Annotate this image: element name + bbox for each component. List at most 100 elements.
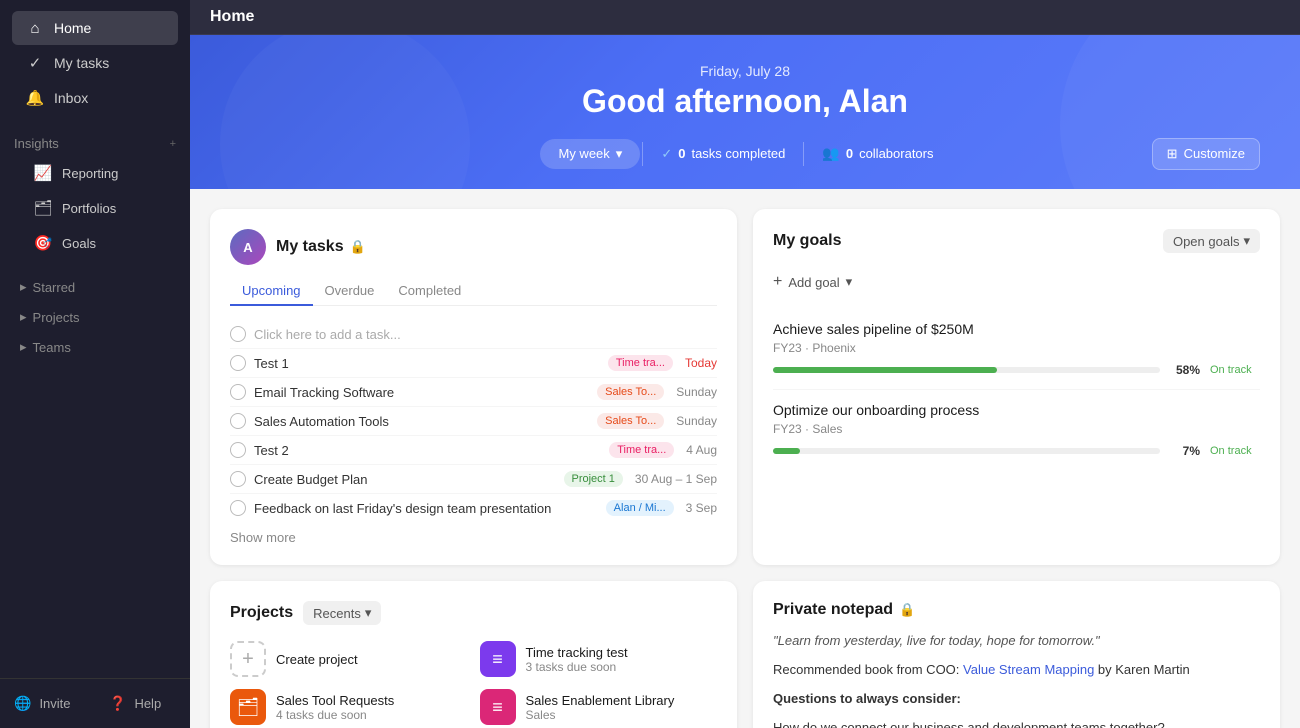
task-name: Test 2 <box>254 443 601 458</box>
sidebar-item-reporting[interactable]: 📈 Reporting <box>6 156 184 190</box>
content-grid: A My tasks 🔒 Upcoming Overdue Completed … <box>190 189 1300 728</box>
sidebar-item-my-tasks[interactable]: ✓ My tasks <box>12 46 178 80</box>
notepad-questions-label: Questions to always consider: <box>773 689 1260 710</box>
project-name: Sales Tool Requests <box>276 693 394 708</box>
task-list: Test 1 Time tra... Today Email Tracking … <box>230 349 717 522</box>
topbar: Home <box>190 0 1300 35</box>
my-week-button[interactable]: My week <box>540 139 640 169</box>
tab-completed[interactable]: Completed <box>386 277 473 306</box>
hero-greeting: Good afternoon, Alan <box>210 83 1280 120</box>
task-tag: Time tra... <box>609 442 674 458</box>
task-check[interactable] <box>230 500 246 516</box>
task-row[interactable]: Create Budget Plan Project 1 30 Aug – 1 … <box>230 465 717 494</box>
my-tasks-title: My tasks 🔒 <box>276 238 366 256</box>
task-check[interactable] <box>230 413 246 429</box>
sidebar-item-home[interactable]: ⌂ Home <box>12 11 178 45</box>
tab-overdue[interactable]: Overdue <box>313 277 387 306</box>
goal-item[interactable]: Achieve sales pipeline of $250M FY23 · P… <box>773 309 1260 390</box>
goal-item[interactable]: Optimize our onboarding process FY23 · S… <box>773 390 1260 470</box>
recents-button[interactable]: Recents <box>303 601 381 625</box>
goal-progress-row: 58% On track <box>773 363 1260 377</box>
starred-section[interactable]: Starred <box>6 269 184 299</box>
task-date: 3 Sep <box>686 501 717 515</box>
add-task-row[interactable]: Click here to add a task... <box>230 320 717 349</box>
sidebar-bottom: 🌐 Invite ❓ Help <box>0 678 190 728</box>
sidebar-item-goals[interactable]: 🎯 Goals <box>6 226 184 260</box>
project-sub: 3 tasks due soon <box>526 660 628 674</box>
task-tag: Sales To... <box>597 384 664 400</box>
project-item[interactable]: 🗂 Sales Tool Requests 4 tasks due soon <box>230 689 468 725</box>
invite-icon: 🌐 <box>14 695 31 712</box>
check-icon: ✓ <box>26 54 44 72</box>
project-name: Sales Enablement Library <box>526 693 675 708</box>
project-info: Time tracking test 3 tasks due soon <box>526 645 628 674</box>
project-info: Create project <box>276 652 358 667</box>
my-week-chevron <box>616 146 623 162</box>
project-icon: 🗂 <box>230 689 266 725</box>
projects-section[interactable]: Projects <box>6 299 184 329</box>
projects-title: Projects <box>230 604 293 622</box>
goal-bar-fill <box>773 448 800 454</box>
project-sub: 4 tasks due soon <box>276 708 394 722</box>
notepad-lock-icon: 🔒 <box>899 602 915 618</box>
goals-icon: 🎯 <box>34 234 52 252</box>
task-row[interactable]: Test 2 Time tra... 4 Aug <box>230 436 717 465</box>
project-item[interactable]: ≡ Time tracking test 3 tasks due soon <box>480 641 718 677</box>
tab-upcoming[interactable]: Upcoming <box>230 277 313 306</box>
project-sub: Sales <box>526 708 675 722</box>
collaborators-stat: 👥 0 collaborators <box>806 138 949 169</box>
portfolios-icon: 🗂 <box>34 199 52 217</box>
hero-divider-2 <box>803 142 804 166</box>
task-check[interactable] <box>230 384 246 400</box>
projects-chevron <box>20 309 27 325</box>
task-date: Sunday <box>676 385 717 399</box>
insights-section[interactable]: Insights + <box>0 126 190 155</box>
customize-button[interactable]: ⊞ Customize <box>1152 138 1260 170</box>
add-goal-button[interactable]: + Add goal <box>773 267 1260 297</box>
task-row[interactable]: Test 1 Time tra... Today <box>230 349 717 378</box>
open-goals-button[interactable]: Open goals <box>1163 229 1260 253</box>
task-tag: Alan / Mi... <box>606 500 674 516</box>
task-name: Feedback on last Friday's design team pr… <box>254 501 598 516</box>
goal-name: Optimize our onboarding process <box>773 402 1260 418</box>
project-name: Create project <box>276 652 358 667</box>
add-task-check[interactable] <box>230 326 246 342</box>
notepad-book-link[interactable]: Value Stream Mapping <box>963 662 1094 677</box>
show-more-link[interactable]: Show more <box>230 522 717 545</box>
task-date: 30 Aug – 1 Sep <box>635 472 717 486</box>
sidebar-item-portfolios[interactable]: 🗂 Portfolios <box>6 191 184 225</box>
task-row[interactable]: Sales Automation Tools Sales To... Sunda… <box>230 407 717 436</box>
hero-date: Friday, July 28 <box>210 63 1280 79</box>
project-info: Sales Tool Requests 4 tasks due soon <box>276 693 394 722</box>
lock-icon: 🔒 <box>350 239 366 255</box>
check-mark: ✓ <box>661 146 672 162</box>
help-button[interactable]: ❓ Help <box>95 687 190 720</box>
task-date: Today <box>685 356 717 370</box>
task-tag: Sales To... <box>597 413 664 429</box>
teams-section[interactable]: Teams <box>6 329 184 359</box>
sidebar-item-inbox[interactable]: 🔔 Inbox <box>12 81 178 115</box>
notepad-title: Private notepad 🔒 <box>773 601 1260 619</box>
plus-icon: + <box>773 273 782 291</box>
notepad-quote: "Learn from yesterday, live for today, h… <box>773 633 1260 648</box>
task-placeholder: Click here to add a task... <box>254 327 401 342</box>
task-check[interactable] <box>230 442 246 458</box>
task-row[interactable]: Feedback on last Friday's design team pr… <box>230 494 717 522</box>
goal-meta: FY23 · Phoenix <box>773 341 1260 355</box>
task-name: Create Budget Plan <box>254 472 556 487</box>
project-item[interactable]: + Create project <box>230 641 468 677</box>
avatar: A <box>230 229 266 265</box>
insights-group: Insights + 📈 Reporting 🗂 Portfolios 🎯 Go… <box>0 126 190 261</box>
project-item[interactable]: ≡ Sales Enablement Library Sales <box>480 689 718 725</box>
task-row[interactable]: Email Tracking Software Sales To... Sund… <box>230 378 717 407</box>
insights-add-icon[interactable]: + <box>170 138 176 150</box>
goals-header: My goals Open goals <box>773 229 1260 253</box>
notepad-question1: How do we connect our business and devel… <box>773 718 1260 728</box>
projects-grid: + Create project ≡ Time tracking test 3 … <box>230 641 717 728</box>
task-check[interactable] <box>230 355 246 371</box>
starred-chevron <box>20 279 27 295</box>
task-check[interactable] <box>230 471 246 487</box>
hero-divider-1 <box>642 142 643 166</box>
invite-button[interactable]: 🌐 Invite <box>0 687 95 720</box>
goal-percent: 58% <box>1170 363 1200 377</box>
